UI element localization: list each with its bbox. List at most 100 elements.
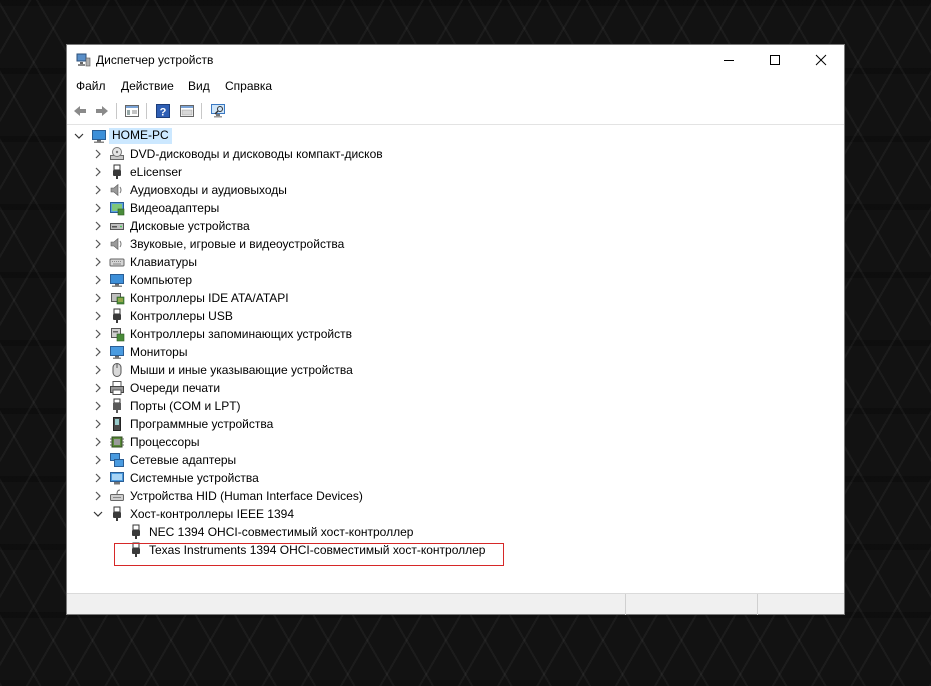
tree-category-label: Дисковые устройства [130,219,250,233]
tree-root[interactable]: HOME-PC [68,127,838,145]
maximize-button[interactable] [752,45,798,75]
speaker-icon [110,183,122,197]
processor-icon [110,436,124,448]
tree-category-label: Устройства HID (Human Interface Devices) [130,489,363,503]
chevron-right-icon[interactable] [92,220,104,232]
chevron-right-icon[interactable] [92,148,104,160]
menu-action[interactable]: Действие [121,79,174,93]
port-icon [113,398,121,413]
tree-category-label: Звуковые, игровые и видеоустройства [130,237,345,251]
tree-category-label: Программные устройства [130,417,274,431]
chevron-right-icon[interactable] [92,436,104,448]
tree-device-texas-instruments-1394-ohci[interactable]: Texas Instruments 1394 OHCI-совместимый … [68,541,838,559]
tree-category-item-5[interactable]: Звуковые, игровые и видеоустройства [68,235,838,253]
chevron-right-icon[interactable] [92,166,104,178]
chevron-right-icon[interactable] [92,328,104,340]
usb-plug-icon [113,506,121,521]
tree-category-elicenser[interactable]: eLicenser [68,163,838,181]
menu-bar: Файл Действие Вид Справка [67,76,844,96]
tree-category-dvd[interactable]: DVD-дисководы и дисководы компакт-дисков [68,145,838,163]
tree-category-label: Компьютер [130,273,193,287]
chevron-right-icon[interactable] [92,292,104,304]
tree-category-label: Видеоадаптеры [130,201,220,215]
back-arrow-icon [74,106,86,116]
chevron-right-icon[interactable] [92,490,104,502]
tree-category-label: Сетевые адаптеры [130,453,237,467]
device-manager-window: Диспетчер устройств Файл Действие Вид Сп… [66,44,845,615]
show-hide-panel-icon [180,105,194,117]
tree-category-com-lpt[interactable]: Порты (COM и LPT) [68,397,838,415]
hid-icon [110,489,124,501]
chevron-down-icon[interactable] [73,130,85,142]
system-device-icon [110,472,124,485]
minimize-button[interactable] [706,45,752,75]
usb-plug-icon [113,164,121,179]
help-icon: ? [156,104,170,119]
back-button[interactable] [70,101,90,121]
forward-arrow-icon [96,106,108,116]
tree-category-label: Процессоры [130,435,200,449]
tree-category-item-16[interactable]: Процессоры [68,433,838,451]
tree-category-usb[interactable]: Контроллеры USB [68,307,838,325]
chevron-right-icon[interactable] [92,472,104,484]
mouse-icon [112,363,122,377]
tree-category-item-7[interactable]: Компьютер [68,271,838,289]
chevron-right-icon[interactable] [92,400,104,412]
menu-file[interactable]: Файл [76,79,106,93]
scan-hardware-button[interactable] [208,101,228,121]
tree-category-item-4[interactable]: Дисковые устройства [68,217,838,235]
forward-button[interactable] [92,101,112,121]
tree-category-label: Мониторы [130,345,188,359]
chevron-right-icon[interactable] [92,418,104,430]
tree-category-label: eLicenser [130,165,183,179]
tree-category-item-2[interactable]: Аудиовходы и аудиовыходы [68,181,838,199]
tree-category-item-18[interactable]: Системные устройства [68,469,838,487]
chevron-right-icon[interactable] [92,346,104,358]
device-tree: HOME-PC DVD-дисководы и дисководы компакт… [68,127,843,591]
tree-device-nec-1394-ohci[interactable]: NEC 1394 OHCI-совместимый хост-контролле… [68,523,838,541]
chevron-right-icon[interactable] [92,454,104,466]
tree-device-label: NEC 1394 OHCI-совместимый хост-контролле… [149,525,414,539]
chevron-right-icon[interactable] [92,382,104,394]
tree-category-item-6[interactable]: Клавиатуры [68,253,838,271]
close-icon [815,54,827,66]
tree-category-item-15[interactable]: Программные устройства [68,415,838,433]
close-button[interactable] [798,45,844,75]
tree-category-hid-human-interface-devices[interactable]: Устройства HID (Human Interface Devices) [68,487,838,505]
tree-category-label: Порты (COM и LPT) [130,399,241,413]
tree-category-item-3[interactable]: Видеоадаптеры [68,199,838,217]
chevron-right-icon[interactable] [92,310,104,322]
chevron-right-icon[interactable] [92,274,104,286]
storage-controller-icon [111,328,125,342]
menu-view[interactable]: Вид [188,79,210,93]
chevron-right-icon[interactable] [92,364,104,376]
scan-hardware-icon [211,104,225,118]
properties-view-button[interactable] [122,101,142,121]
tree-category-item-13[interactable]: Очереди печати [68,379,838,397]
chevron-right-icon[interactable] [92,202,104,214]
tree-device-label: Texas Instruments 1394 OHCI-совместимый … [149,543,486,557]
tree-category-ieee-1394[interactable]: Хост-контроллеры IEEE 1394 [68,505,838,523]
chevron-right-icon[interactable] [92,256,104,268]
display-adapter-icon [110,202,125,216]
maximize-icon [770,55,780,65]
chevron-right-icon[interactable] [92,184,104,196]
show-hide-panel-button[interactable] [177,101,197,121]
chevron-down-icon[interactable] [92,508,104,520]
tree-category-label: Аудиовходы и аудиовыходы [130,183,287,197]
tree-category-item-10[interactable]: Контроллеры запоминающих устройств [68,325,838,343]
svg-text:?: ? [160,107,167,119]
tree-category-item-12[interactable]: Мыши и иные указывающие устройства [68,361,838,379]
tree-root-label: HOME-PC [109,128,172,144]
chevron-right-icon[interactable] [92,238,104,250]
computer-icon [110,274,124,287]
tree-category-ide-ata-atapi[interactable]: Контроллеры IDE ATA/ATAPI [68,289,838,307]
usb-plug-icon [113,308,121,323]
tree-category-item-17[interactable]: Сетевые адаптеры [68,451,838,469]
tree-category-label: Хост-контроллеры IEEE 1394 [130,507,294,521]
tree-category-item-11[interactable]: Мониторы [68,343,838,361]
tree-category-label: Клавиатуры [130,255,197,269]
title-bar[interactable]: Диспетчер устройств [67,45,844,76]
help-button[interactable]: ? [153,101,173,121]
menu-help[interactable]: Справка [225,79,272,93]
